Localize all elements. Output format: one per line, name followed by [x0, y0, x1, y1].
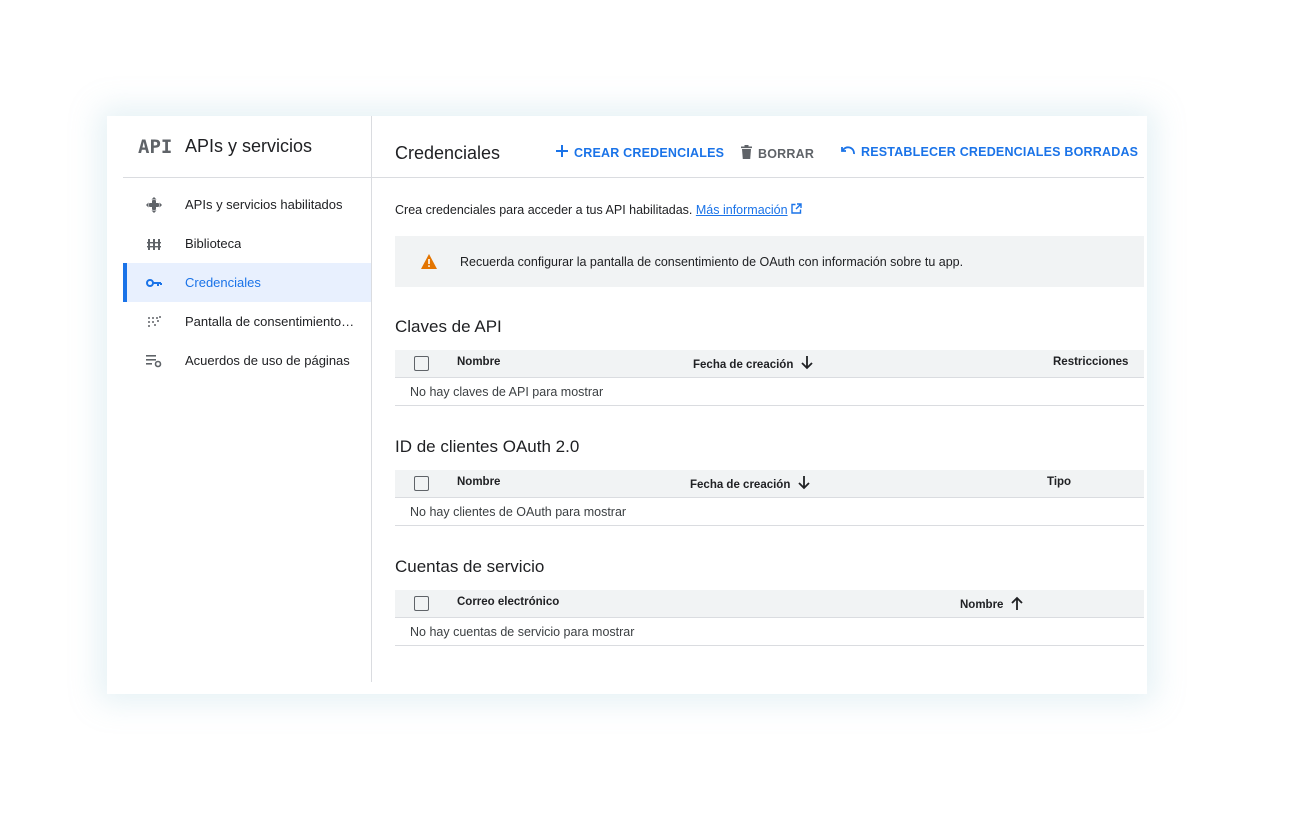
column-creation-date[interactable]: Fecha de creación — [690, 476, 810, 493]
create-credentials-button[interactable]: CREAR CREDENCIALES — [556, 145, 724, 160]
sidebar-nav: APIs y servicios habilitados Biblioteca — [123, 185, 371, 380]
column-type[interactable]: Tipo — [1047, 476, 1071, 488]
column-name[interactable]: Nombre — [960, 596, 1024, 613]
sidebar-item-label: Acuerdos de uso de páginas — [185, 353, 350, 368]
console-panel: API APIs y servicios APIs y servicios ha… — [107, 116, 1147, 694]
empty-message: No hay clientes de OAuth para mostrar — [410, 505, 627, 519]
select-all-checkbox[interactable] — [414, 596, 429, 611]
library-icon — [145, 235, 163, 253]
key-icon — [145, 274, 163, 292]
column-name[interactable]: Nombre — [457, 476, 500, 488]
sidebar-item-credentials[interactable]: Credenciales — [123, 263, 371, 302]
api-keys-header: Nombre Fecha de creación Restricciones — [395, 350, 1144, 378]
main-content: Credenciales CREAR CREDENCIALES BORRAR R… — [372, 116, 1147, 694]
arrow-up-icon — [1011, 596, 1024, 613]
warning-icon — [421, 253, 437, 270]
create-credentials-label: CREAR CREDENCIALES — [574, 145, 725, 160]
diamond-arrows-icon — [145, 196, 163, 214]
empty-message: No hay cuentas de servicio para mostrar — [410, 625, 635, 639]
restore-credentials-button[interactable]: RESTABLECER CREDENCIALES BORRADAS — [841, 145, 1138, 159]
column-creation-date[interactable]: Fecha de creación — [693, 356, 813, 373]
sidebar-item-enabled-apis[interactable]: APIs y servicios habilitados — [123, 185, 371, 224]
column-email[interactable]: Correo electrónico — [457, 596, 559, 608]
sidebar-item-label: Pantalla de consentimiento … — [185, 314, 355, 329]
sidebar-item-consent-screen[interactable]: Pantalla de consentimiento … — [123, 302, 371, 341]
arrow-down-icon — [801, 356, 813, 373]
restore-label: RESTABLECER CREDENCIALES BORRADAS — [861, 145, 1139, 159]
product-title: APIs y servicios — [185, 136, 313, 156]
empty-row: No hay clientes de OAuth para mostrar — [395, 498, 1144, 526]
sidebar-item-label: Credenciales — [185, 275, 261, 290]
delete-label: BORRAR — [758, 146, 815, 161]
column-restrictions[interactable]: Restricciones — [1053, 356, 1128, 368]
empty-row: No hay claves de API para mostrar — [395, 378, 1144, 406]
column-name[interactable]: Nombre — [457, 356, 500, 368]
api-logo: API — [138, 135, 173, 158]
service-accounts-header: Correo electrónico Nombre — [395, 590, 1144, 618]
list-settings-icon — [145, 352, 163, 370]
banner-text: Recuerda configurar la pantalla de conse… — [460, 254, 964, 269]
sidebar-header: API APIs y servicios — [123, 116, 371, 178]
undo-icon — [841, 145, 855, 159]
dot-grid-icon — [145, 313, 163, 331]
empty-message: No hay claves de API para mostrar — [410, 385, 604, 399]
service-accounts-title: Cuentas de servicio — [395, 557, 545, 576]
sidebar-item-label: APIs y servicios habilitados — [185, 197, 343, 212]
intro-description: Crea credenciales para acceder a tus API… — [395, 203, 693, 217]
arrow-down-icon — [798, 476, 810, 493]
select-all-checkbox[interactable] — [414, 476, 429, 491]
sidebar-item-library[interactable]: Biblioteca — [123, 224, 371, 263]
page-title: Credenciales — [395, 143, 501, 163]
oauth-clients-title: ID de clientes OAuth 2.0 — [395, 437, 580, 456]
api-keys-title: Claves de API — [395, 317, 502, 336]
sidebar-item-page-agreements[interactable]: Acuerdos de uso de páginas — [123, 341, 371, 380]
oauth-clients-header: Nombre Fecha de creación Tipo — [395, 470, 1144, 498]
sidebar-item-label: Biblioteca — [185, 236, 242, 251]
intro-text: Crea credenciales para acceder a tus API… — [395, 203, 802, 217]
more-info-link[interactable]: Más información — [696, 203, 788, 217]
delete-button[interactable]: BORRAR — [741, 145, 814, 162]
empty-row: No hay cuentas de servicio para mostrar — [395, 618, 1144, 646]
select-all-checkbox[interactable] — [414, 356, 429, 371]
plus-icon — [556, 145, 568, 160]
toolbar: Credenciales CREAR CREDENCIALES BORRAR R… — [372, 116, 1144, 178]
external-link-icon — [791, 203, 802, 217]
trash-icon — [741, 145, 752, 162]
oauth-warning-banner: Recuerda configurar la pantalla de conse… — [395, 236, 1144, 287]
sidebar: API APIs y servicios APIs y servicios ha… — [123, 116, 372, 682]
